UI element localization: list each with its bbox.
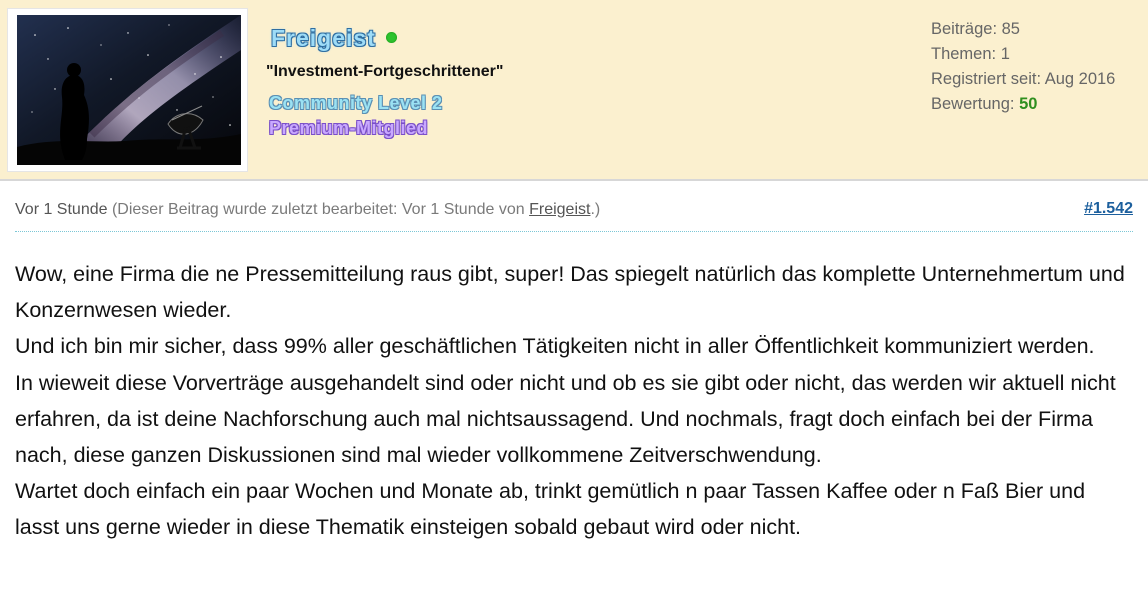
post-content: Wow, eine Firma die ne Pressemitteilung … [15,256,1135,546]
post-paragraph: Wartet doch einfach ein paar Wochen und … [15,479,1086,540]
forum-post: Freigeist "Investment-Fortgeschrittener"… [0,0,1148,606]
registration-date: Registriert seit: Aug 2016 [931,70,1116,88]
post-meta: Vor 1 Stunde (Dieser Beitrag wurde zulet… [15,201,600,219]
avatar[interactable] [17,15,241,165]
premium-member-badge: Premium-Mitglied [269,118,429,138]
post-meta-bar: Vor 1 Stunde (Dieser Beitrag wurde zulet… [15,198,1133,232]
username-row: Freigeist [271,23,397,53]
avatar-frame[interactable] [7,8,248,172]
posts-count: Beiträge: 85 [931,20,1020,38]
post-header: Freigeist "Investment-Fortgeschrittener"… [0,0,1148,181]
edit-info-prefix: (Dieser Beitrag wurde zuletzt bearbeitet… [111,201,525,218]
post-paragraph: Wow, eine Firma die ne Pressemitteilung … [15,262,1125,323]
user-stats: Beiträge: 85 Themen: 1 Registriert seit:… [931,17,1141,117]
rating-line: Bewertung: 50 [931,92,1141,117]
editor-link[interactable]: Freigeist [529,201,590,218]
username-link[interactable]: Freigeist [271,25,376,52]
user-info: Freigeist "Investment-Fortgeschrittener"… [266,20,626,150]
post-number-link[interactable]: #1.542 [1084,200,1133,218]
community-level-badge: Community Level 2 [269,93,443,113]
edit-info-suffix: .) [590,201,601,218]
rating-value: 50 [1019,95,1038,113]
post-time: Vor 1 Stunde [15,201,108,218]
user-title: "Investment-Fortgeschrittener" [266,63,504,80]
post-paragraph: In wieweit diese Vorverträge ausgehandel… [15,370,1116,468]
threads-count: Themen: 1 [931,45,1010,63]
post-paragraph: Und ich bin mir sicher, dass 99% aller g… [15,334,1095,359]
night-sky-avatar-icon [17,15,241,165]
rating-label: Bewertung: [931,95,1015,113]
online-status-icon [385,31,397,43]
